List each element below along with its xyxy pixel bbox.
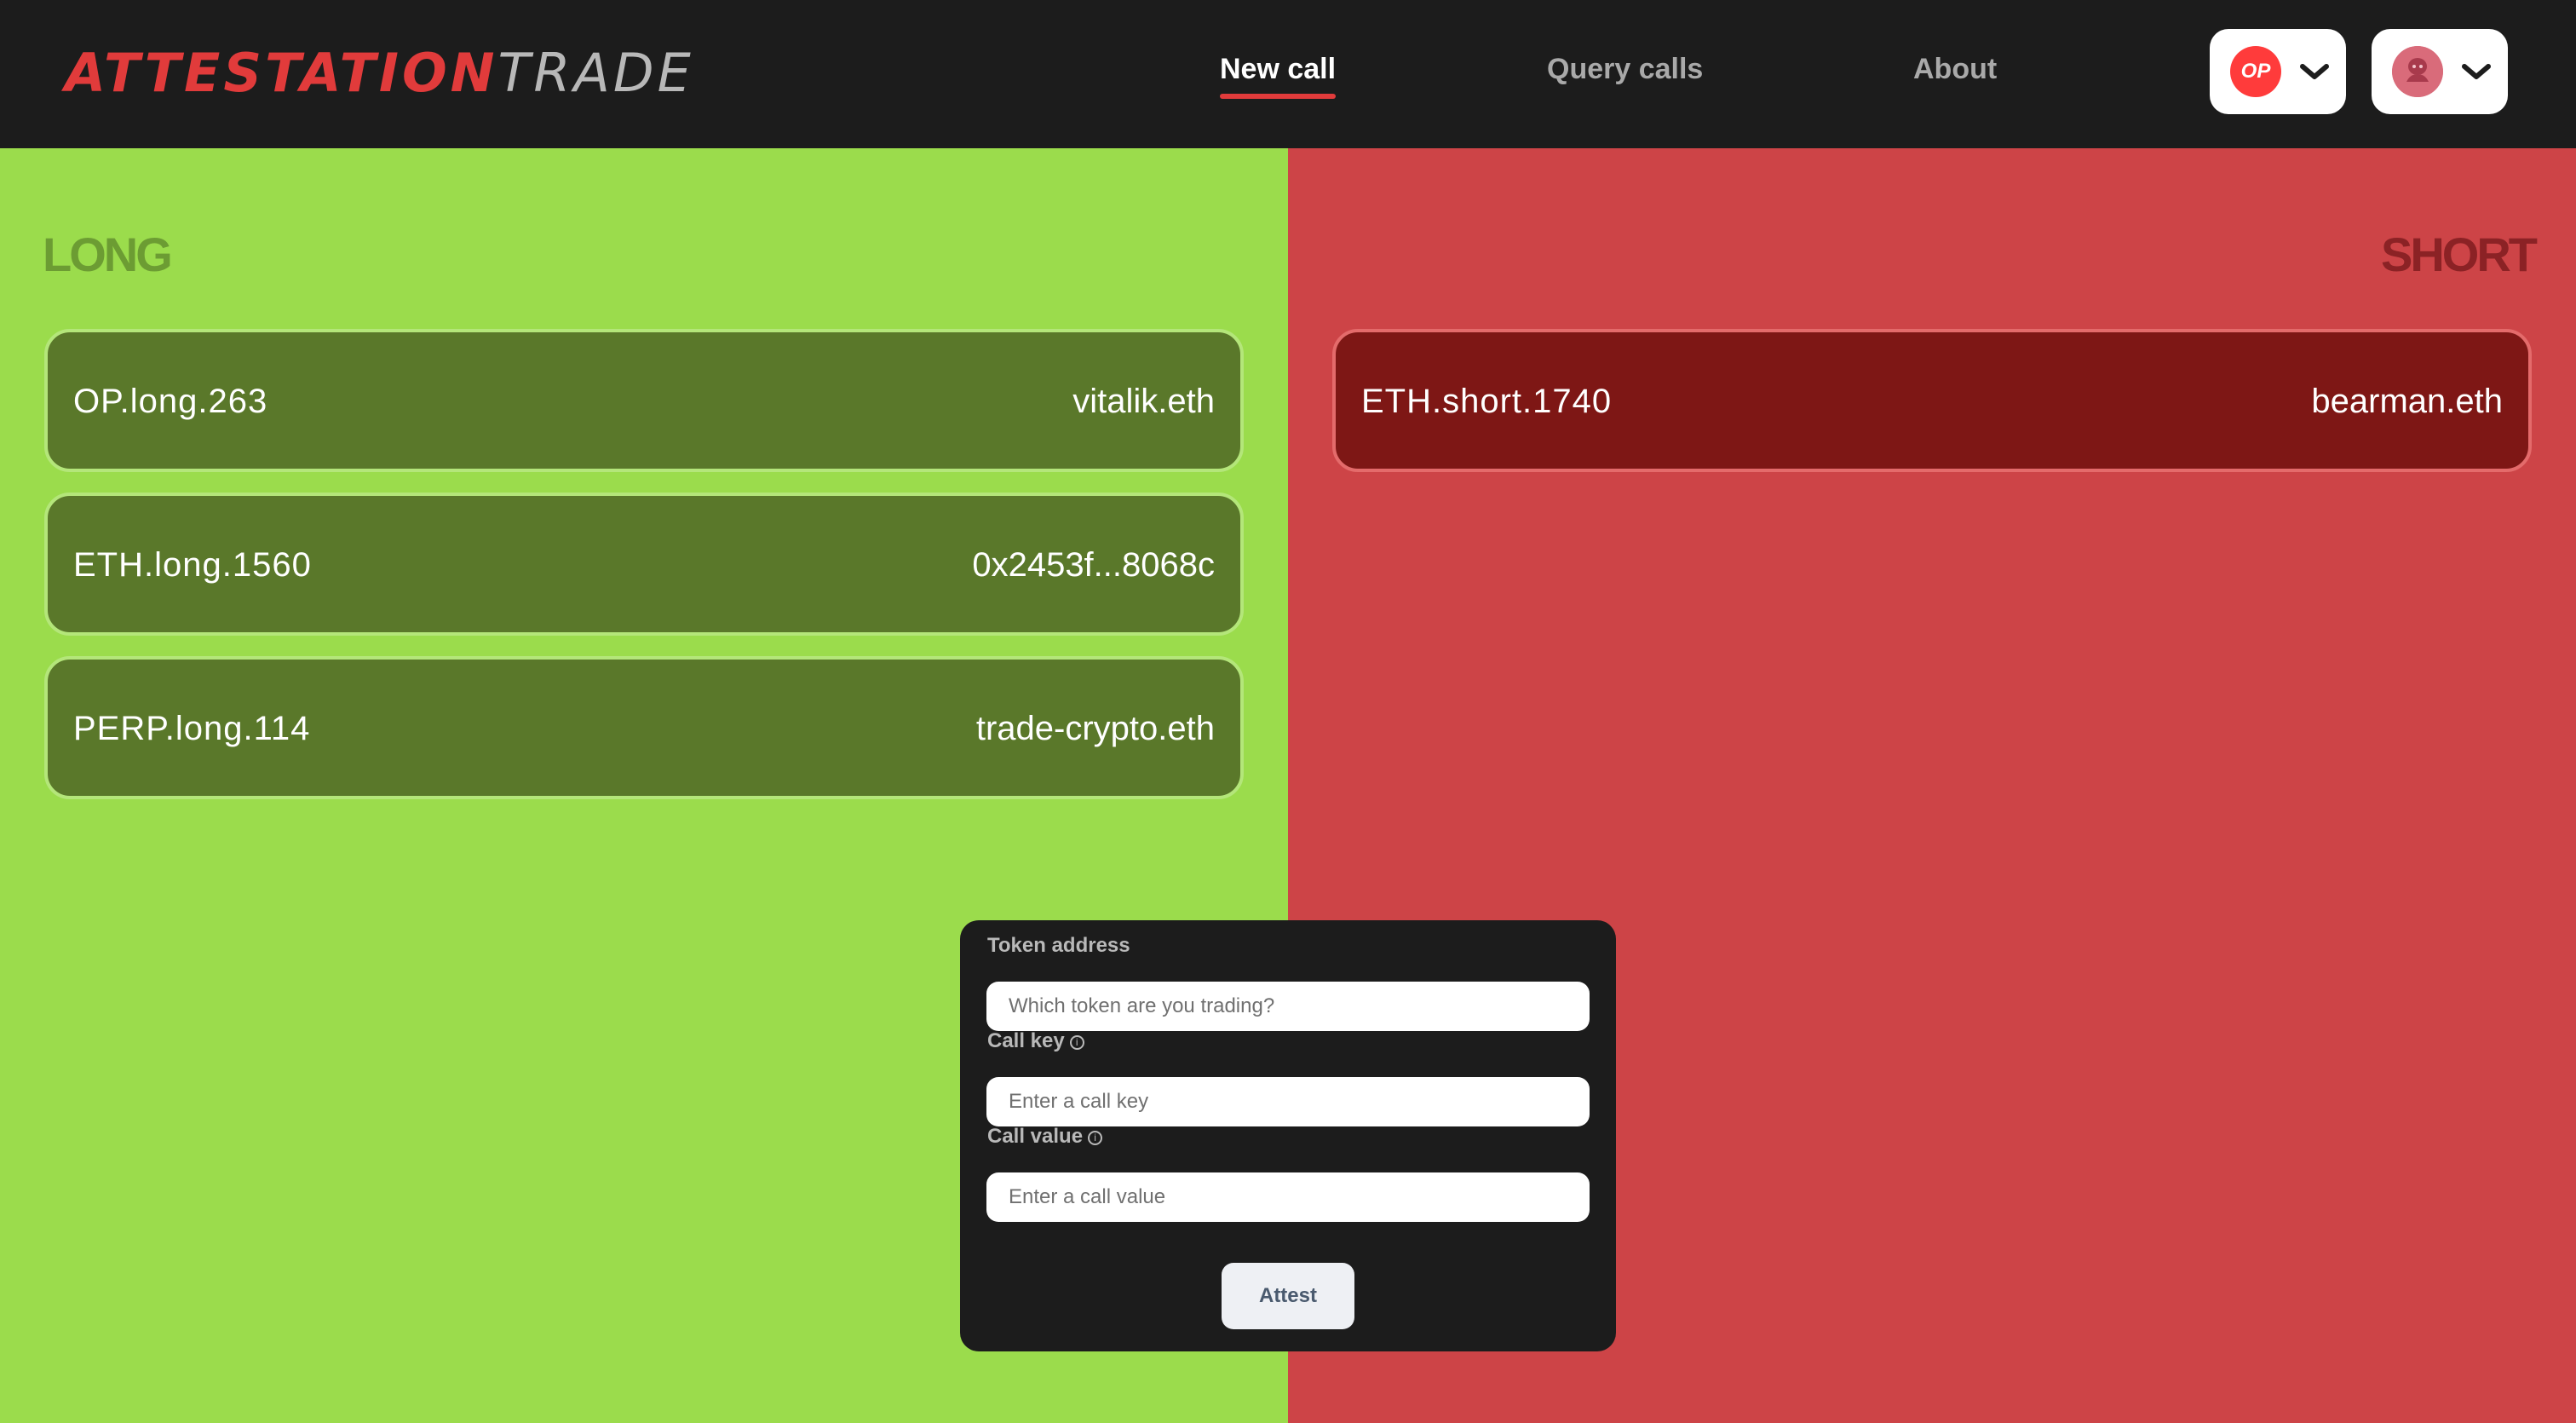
chain-selector-button[interactable]: OP [2210, 29, 2346, 114]
call-value-input[interactable] [986, 1172, 1590, 1222]
call-key-input[interactable] [986, 1077, 1590, 1126]
long-heading: LONG [43, 228, 173, 281]
app-logo[interactable]: ATTESTATIONTRADE [65, 39, 694, 107]
nav-about[interactable]: About [1913, 48, 1997, 90]
call-key: PERP.long.114 [73, 710, 311, 747]
nav-query-calls[interactable]: Query calls [1547, 48, 1703, 90]
call-author: vitalik.eth [1072, 383, 1215, 420]
short-heading: SHORT [2381, 228, 2538, 281]
token-address-input[interactable] [986, 982, 1590, 1031]
top-header: ATTESTATIONTRADE New call Query calls Ab… [0, 0, 2576, 148]
chevron-down-icon [2300, 64, 2329, 79]
info-icon[interactable]: i [1088, 1131, 1103, 1145]
account-selector-button[interactable] [2372, 29, 2508, 114]
attest-button[interactable]: Attest [1222, 1263, 1354, 1329]
long-call-card[interactable]: PERP.long.114 trade-crypto.eth [44, 656, 1244, 799]
long-call-card[interactable]: OP.long.263 vitalik.eth [44, 329, 1244, 472]
call-author: bearman.eth [2311, 383, 2503, 420]
avatar-icon [2392, 46, 2443, 97]
call-author: trade-crypto.eth [975, 710, 1215, 747]
call-key: OP.long.263 [73, 383, 268, 420]
call-author: 0x2453f...8068c [972, 546, 1215, 584]
chevron-down-icon [2462, 64, 2491, 79]
call-value-label: Call value i [987, 1124, 1103, 1149]
optimism-logo-icon: OP [2230, 46, 2281, 97]
logo-secondary: TRADE [497, 42, 694, 104]
logo-primary: ATTESTATION [65, 42, 498, 104]
token-address-label: Token address [987, 934, 1130, 957]
call-key-label: Call key i [987, 1028, 1084, 1054]
long-call-card[interactable]: ETH.long.1560 0x2453f...8068c [44, 493, 1244, 636]
call-key: ETH.short.1740 [1361, 383, 1613, 420]
short-call-card[interactable]: ETH.short.1740 bearman.eth [1332, 329, 2532, 472]
info-icon[interactable]: i [1069, 1035, 1084, 1050]
call-key: ETH.long.1560 [73, 546, 312, 584]
nav-new-call[interactable]: New call [1220, 48, 1337, 99]
